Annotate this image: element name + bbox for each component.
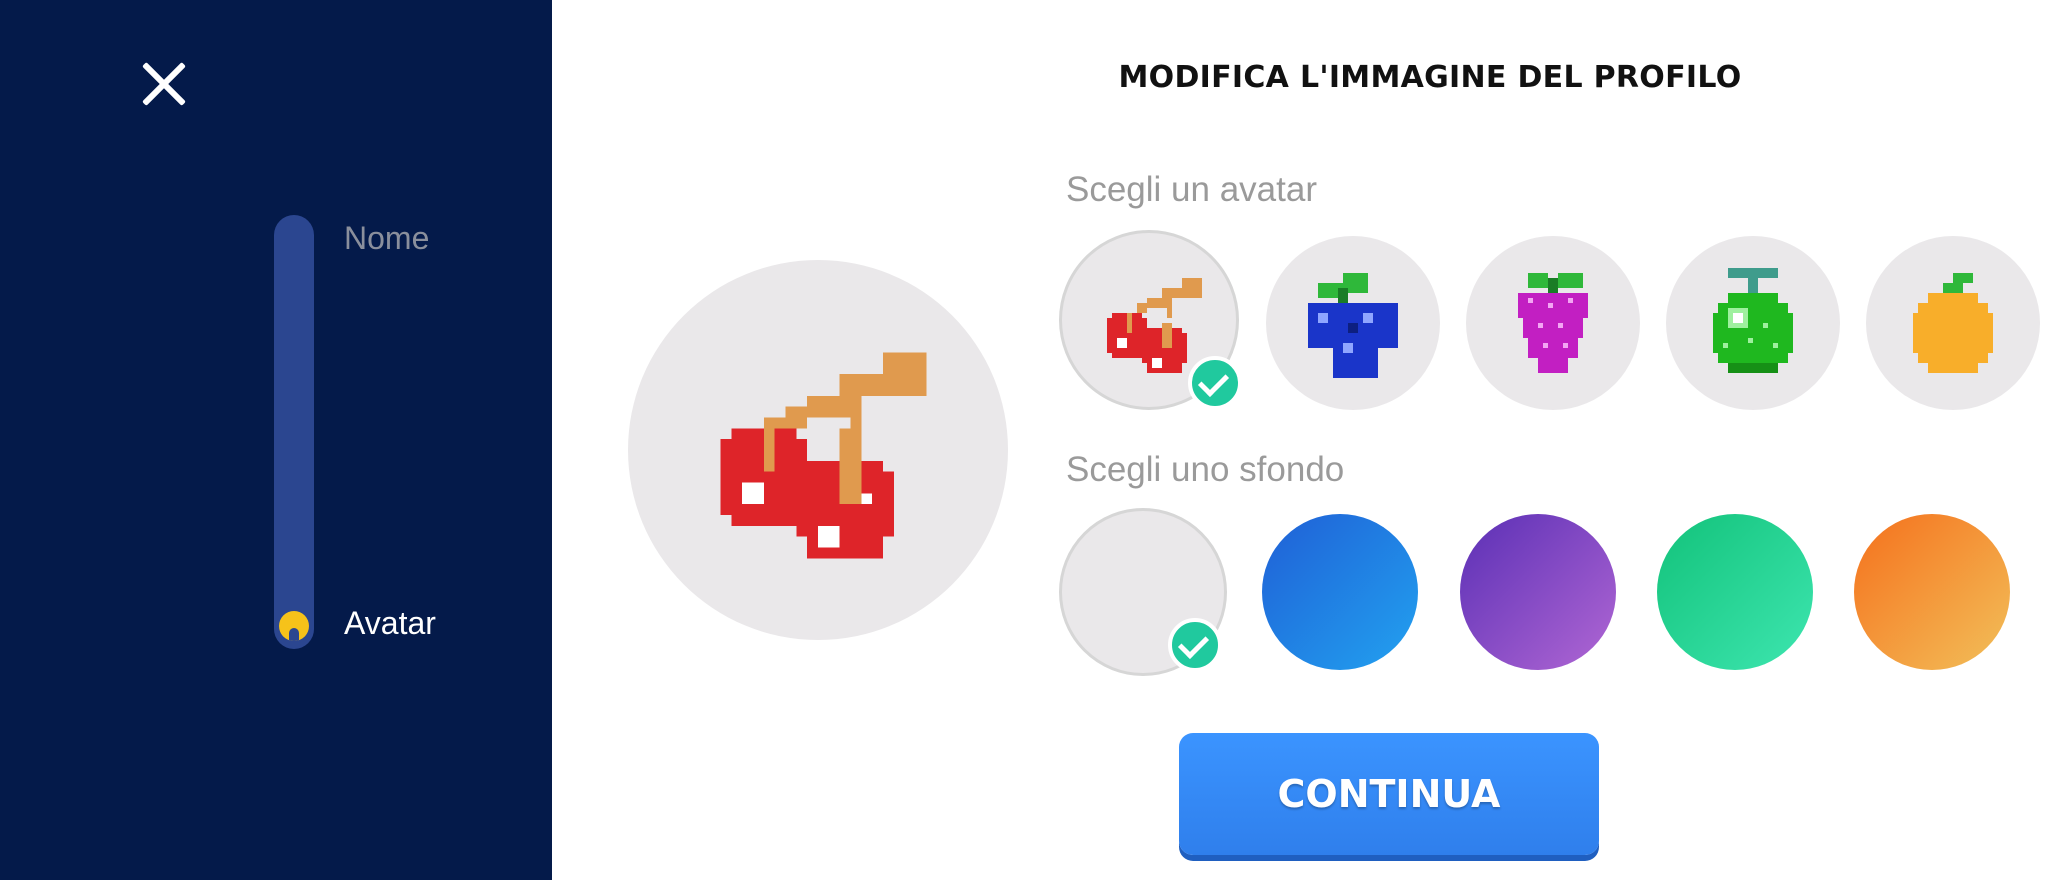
progress-track	[274, 215, 314, 649]
orange-icon	[1913, 273, 1993, 373]
background-section-label: Scegli uno sfondo	[1066, 450, 1345, 489]
background-option-green[interactable]	[1657, 514, 1813, 670]
grapes-icon	[1518, 273, 1588, 373]
step-avatar-label: Avatar	[344, 605, 436, 641]
check-icon	[1168, 618, 1222, 672]
blueberries-icon	[1308, 273, 1398, 378]
check-icon	[1188, 356, 1242, 410]
pacman-icon	[279, 611, 309, 641]
melon-icon	[1713, 268, 1793, 373]
background-option-orange[interactable]	[1854, 514, 2010, 670]
avatar-option-grapes[interactable]	[1466, 236, 1640, 410]
cherries-icon	[720, 352, 927, 559]
background-option-blue[interactable]	[1262, 514, 1418, 670]
avatar-option-melon[interactable]	[1666, 236, 1840, 410]
page-title: MODIFICA L'IMMAGINE DEL PROFILO	[1118, 60, 1742, 95]
background-option-purple[interactable]	[1460, 514, 1616, 670]
avatar-preview	[628, 260, 1008, 640]
stepper-sidebar: Nome Avatar	[0, 0, 552, 880]
avatar-section-label: Scegli un avatar	[1066, 170, 1317, 209]
continue-button[interactable]: CONTINUA	[1179, 733, 1599, 855]
step-name-label: Nome	[344, 220, 430, 256]
close-icon[interactable]	[140, 60, 188, 108]
avatar-option-orange[interactable]	[1866, 236, 2040, 410]
avatar-option-blueberries[interactable]	[1266, 236, 1440, 410]
